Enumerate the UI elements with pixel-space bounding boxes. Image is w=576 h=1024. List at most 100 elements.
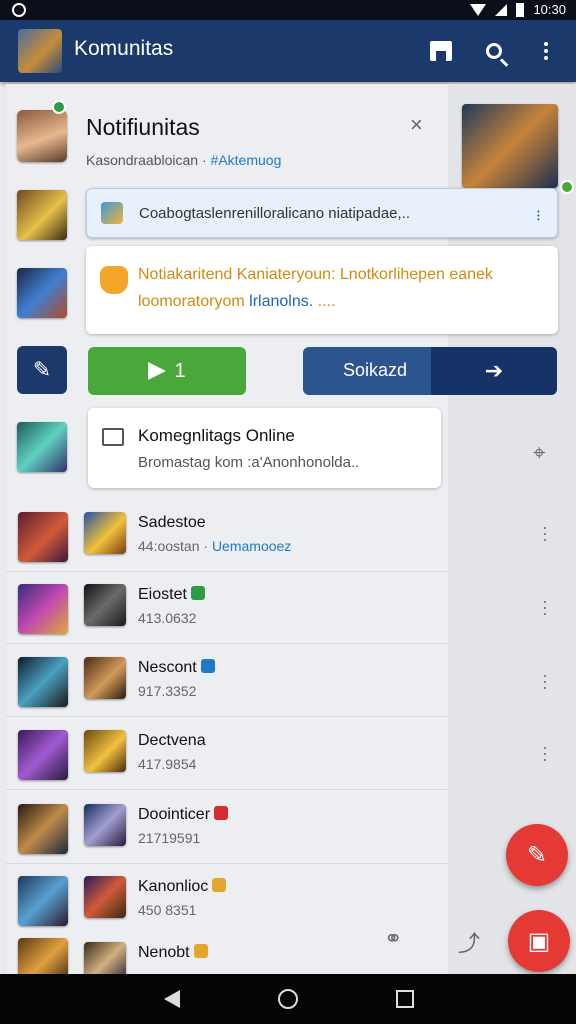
hero-avatar	[18, 730, 68, 780]
send-count: 1	[174, 359, 186, 382]
hero-avatar-secondary	[84, 512, 126, 554]
hero-avatar	[18, 512, 68, 562]
forward-icon: ➔	[431, 347, 557, 395]
more-vert-icon[interactable]: · · ·	[540, 592, 550, 622]
search-icon	[486, 43, 502, 59]
online-card-subtitle: Bromastag kom :a'Anonhonolda..	[138, 454, 360, 471]
list-item[interactable]: Sadestoe 44:oostan · Uemamooez	[6, 500, 448, 572]
close-icon[interactable]: ×	[410, 112, 423, 138]
hero-avatar	[18, 657, 68, 707]
list-item[interactable]: Doointicer 21719591	[6, 792, 448, 864]
store-button[interactable]	[424, 34, 458, 68]
store-icon	[430, 41, 452, 61]
map-icon	[101, 202, 123, 224]
status-bar: 10:30	[0, 0, 576, 20]
search-suggestion-text: Coabogtaslenrenilloralicano niatipadae,.…	[139, 205, 411, 222]
alert-line-2-text: loomoratoryom	[138, 293, 250, 310]
navigation-bar	[0, 974, 576, 1024]
list-item-name-text: Eiostet	[138, 586, 187, 603]
search-button[interactable]	[477, 34, 511, 68]
hero-avatar	[18, 584, 68, 634]
app-logo	[18, 29, 62, 73]
share-icon[interactable]: ⤴	[458, 926, 480, 958]
recent-apps-icon[interactable]	[396, 990, 414, 1008]
notification-title: Notifiunitas	[86, 114, 200, 140]
app-bar: Komunitas	[0, 20, 576, 82]
notification-subtitle: Kasondraabloican · #Aktemuog	[86, 152, 281, 168]
list-item-sub: 413.0632	[138, 610, 197, 626]
online-card-title: Komegnlitags Online	[138, 426, 295, 445]
cat-emoji-icon	[100, 266, 128, 294]
list-item-sub: 917.3352	[138, 683, 197, 699]
list-item-sub: 44:oostan · Uemamooez	[138, 538, 291, 554]
game-tag-icon	[212, 878, 227, 892]
list-item-name-text: Kanonlioc	[138, 878, 209, 895]
hero-avatar[interactable]	[17, 422, 67, 472]
back-icon[interactable]	[164, 990, 180, 1008]
online-card[interactable]: Komegnlitags Online Bromastag kom :a'Ano…	[88, 408, 441, 488]
more-vert-icon[interactable]: · · ·	[540, 518, 550, 548]
hero-avatar-secondary	[84, 657, 126, 699]
alert-card[interactable]: Notiakaritend Kaniateryoun: Lnotkorlihep…	[86, 246, 558, 334]
hero-avatar[interactable]	[17, 268, 67, 318]
search-suggestion-card[interactable]: Coabogtaslenrenilloralicano niatipadae,.…	[86, 188, 558, 238]
alert-line-2: loomoratoryom lrlanolns. ....	[138, 293, 335, 311]
alert-highlight-link[interactable]: lrlanolns.	[249, 293, 313, 310]
send-count-button[interactable]: 1	[88, 347, 246, 395]
list-item-sub: 417.9854	[138, 756, 197, 772]
battery-icon	[516, 2, 525, 17]
more-vert-icon[interactable]: · · ·	[540, 738, 550, 768]
hero-avatar	[18, 804, 68, 854]
list-item[interactable]: Nenobt	[6, 936, 448, 974]
game-tag-icon	[190, 586, 205, 600]
more-vert-icon	[544, 42, 548, 60]
list-item[interactable]: Eiostet 413.0632	[6, 572, 448, 644]
online-dot-icon	[560, 180, 574, 194]
edit-icon: ✎	[32, 357, 52, 382]
game-tag-icon	[200, 659, 215, 673]
overflow-menu-button[interactable]	[529, 34, 563, 68]
signal-icon	[495, 3, 508, 16]
list-item-name: Doointicer	[138, 806, 229, 824]
app-title: Komunitas	[74, 37, 174, 60]
hero-avatar-secondary	[84, 804, 126, 846]
list-item-name-text: Nenobt	[138, 944, 190, 961]
alert-line-1: Notiakaritend Kaniateryoun: Lnotkorlihep…	[138, 266, 493, 283]
verified-badge-icon	[52, 100, 66, 114]
hero-avatar-secondary	[84, 942, 126, 974]
square-icon: ▣	[527, 927, 551, 955]
status-icons: 10:30	[470, 2, 566, 17]
list-item-name-text: Nescont	[138, 659, 197, 676]
hero-avatar-secondary	[84, 584, 126, 626]
list-item-link[interactable]: Uemamooez	[212, 538, 291, 554]
compose-fab[interactable]: ✎	[506, 824, 568, 886]
hero-avatar-secondary	[84, 876, 126, 918]
hero-avatar-secondary	[84, 730, 126, 772]
list-item-sub-text: 44:oostan ·	[138, 538, 212, 554]
list-item[interactable]: Kanonlioc 450 8351	[6, 864, 448, 936]
game-tag-icon	[214, 806, 229, 820]
edit-shortcut-button[interactable]: ✎	[17, 346, 67, 394]
hero-avatar[interactable]	[17, 190, 67, 240]
list-item-name: Kanonlioc	[138, 878, 227, 896]
home-icon[interactable]	[278, 989, 298, 1009]
share-button[interactable]: Soikazd ➔	[303, 347, 557, 395]
options-icon[interactable]: ⁝	[536, 206, 541, 226]
featured-hero-image[interactable]	[462, 104, 558, 188]
list-item[interactable]: Dectvena 417.9854	[6, 718, 448, 790]
notification-hashtag-link[interactable]: #Aktemuog	[211, 152, 282, 168]
list-item-name: Dectvena	[138, 732, 206, 749]
list-item-sub: 450 8351	[138, 902, 197, 918]
settings-tool-icon[interactable]: ⌖	[533, 440, 545, 466]
status-time: 10:30	[533, 2, 566, 17]
wifi-icon	[470, 3, 487, 16]
notification-avatar[interactable]	[17, 110, 67, 162]
link-icon[interactable]: ⚭	[384, 926, 402, 952]
secondary-fab[interactable]: ▣	[508, 910, 570, 972]
list-item[interactable]: Nescont 917.3352	[6, 645, 448, 717]
more-vert-icon[interactable]: · · ·	[540, 666, 550, 696]
list-item-name: Nescont	[138, 659, 215, 677]
notification-subtitle-text: Kasondraabloican ·	[86, 152, 211, 168]
basket-icon	[102, 428, 124, 446]
share-button-label: Soikazd	[343, 360, 408, 380]
